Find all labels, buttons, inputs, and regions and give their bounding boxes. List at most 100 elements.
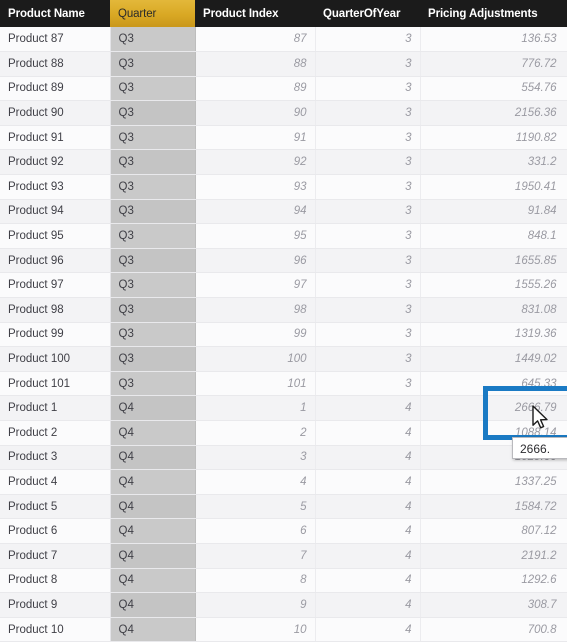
cell-quarter[interactable]: Q3 [110,199,196,225]
table-row[interactable]: Product 97 Q3 97 3 1555.26 [0,272,567,299]
cell-quarter-of-year[interactable]: 4 [315,568,421,594]
cell-product-name[interactable]: Product 92 [0,149,111,176]
table-row[interactable]: Product 93 Q3 93 3 1950.41 [0,174,567,200]
cell-quarter[interactable]: Q4 [110,494,196,520]
cell-pricing-adjustments[interactable]: 1319.36 [420,322,567,348]
table-row[interactable]: Product 90 Q3 90 3 2156.36 [0,100,567,126]
table-row[interactable]: Product 87 Q3 87 3 136.53 [0,27,567,53]
cell-quarter-of-year[interactable]: 3 [315,248,421,274]
cell-product-name[interactable]: Product 98 [0,297,111,323]
cell-pricing-adjustments[interactable]: 1555.26 [420,272,567,299]
cell-product-index[interactable]: 7 [195,543,316,569]
cell-product-name[interactable]: Product 87 [0,27,111,53]
cell-quarter[interactable]: Q3 [110,297,196,323]
cell-quarter-of-year[interactable]: 3 [315,100,421,126]
cell-product-name[interactable]: Product 100 [0,346,111,372]
cell-product-index[interactable]: 89 [195,76,316,102]
cell-quarter-of-year[interactable]: 3 [315,125,421,151]
cell-quarter[interactable]: Q3 [110,371,196,397]
cell-product-name[interactable]: Product 101 [0,371,111,397]
column-header-quarter-of-year[interactable]: QuarterOfYear [315,0,420,27]
cell-pricing-adjustments[interactable]: 1190.82 [420,125,567,151]
cell-quarter-of-year[interactable]: 4 [315,494,421,520]
cell-quarter[interactable]: Q4 [110,395,196,421]
table-row[interactable]: Product 88 Q3 88 3 776.72 [0,51,567,77]
cell-product-index[interactable]: 100 [195,346,316,372]
cell-quarter[interactable]: Q3 [110,100,196,126]
cell-product-name[interactable]: Product 10 [0,617,111,643]
cell-quarter[interactable]: Q4 [110,592,196,618]
cell-product-index[interactable]: 96 [195,248,316,274]
cell-pricing-adjustments[interactable]: 91.84 [420,199,567,225]
table-row[interactable]: Product 99 Q3 99 3 1319.36 [0,322,567,348]
table-row[interactable]: Product 1 Q4 1 4 2666.79 [0,395,567,421]
cell-quarter[interactable]: Q4 [110,420,196,446]
table-row[interactable]: Product 91 Q3 91 3 1190.82 [0,125,567,151]
cell-pricing-adjustments[interactable]: 1655.85 [420,248,567,274]
cell-product-index[interactable]: 94 [195,199,316,225]
cell-pricing-adjustments[interactable]: 136.53 [420,27,567,53]
cell-quarter[interactable]: Q3 [110,322,196,348]
cell-product-name[interactable]: Product 89 [0,76,111,102]
cell-product-name[interactable]: Product 99 [0,322,111,348]
cell-product-index[interactable]: 93 [195,174,316,200]
table-row[interactable]: Product 3Q4341029.66 [0,445,567,471]
cell-pricing-adjustments[interactable]: 331.2 [420,149,567,176]
table-row[interactable]: Product 89 Q3 89 3 554.76 [0,76,567,102]
cell-quarter[interactable]: Q3 [110,272,196,299]
table-row[interactable]: Product 2 Q4 2 4 1088.14 [0,420,567,446]
cell-quarter-of-year[interactable]: 4 [315,445,421,471]
cell-quarter-of-year[interactable]: 3 [315,346,421,372]
cell-quarter[interactable]: Q3 [110,51,196,77]
cell-quarter-of-year[interactable]: 4 [315,592,421,618]
cell-product-name[interactable]: Product 88 [0,51,111,77]
cell-quarter-of-year[interactable]: 4 [315,395,421,421]
cell-quarter-of-year[interactable]: 4 [315,469,421,495]
cell-product-name[interactable]: Product 95 [0,223,111,249]
cell-quarter-of-year[interactable]: 3 [315,371,421,397]
cell-quarter[interactable]: Q3 [110,149,196,176]
cell-product-index[interactable]: 10 [195,617,316,643]
cell-product-name[interactable]: Product 96 [0,248,111,274]
cell-quarter[interactable]: Q3 [110,76,196,102]
cell-product-name[interactable]: Product 1 [0,395,111,421]
table-row[interactable]: Product 8 Q4 8 4 1292.6 [0,568,567,594]
cell-quarter-of-year[interactable]: 3 [315,174,421,200]
cell-product-index[interactable]: 92 [195,149,316,176]
cell-product-name[interactable]: Product 93 [0,174,111,200]
cell-product-index[interactable]: 2 [195,420,316,446]
cell-product-index[interactable]: 4 [195,469,316,495]
table-row[interactable]: Product 96 Q3 96 3 1655.85 [0,248,567,274]
cell-quarter[interactable]: Q3 [110,223,196,249]
cell-product-name[interactable]: Product 5 [0,494,111,520]
cell-pricing-adjustments[interactable]: 1584.72 [420,494,567,520]
cell-product-index[interactable]: 95 [195,223,316,249]
cell-pricing-adjustments[interactable]: 2666.79 [420,395,567,421]
cell-quarter-of-year[interactable]: 3 [315,27,421,53]
cell-product-name[interactable]: Product 97 [0,272,111,299]
cell-pricing-adjustments[interactable]: 848.1 [420,223,567,249]
cell-pricing-adjustments[interactable]: 1449.02 [420,346,567,372]
cell-product-name[interactable]: Product 2 [0,420,111,446]
cell-quarter-of-year[interactable]: 3 [315,51,421,77]
cell-product-name[interactable]: Product 9 [0,592,111,618]
cell-quarter-of-year[interactable]: 4 [315,420,421,446]
column-header-product-index[interactable]: Product Index [195,0,315,27]
cell-quarter[interactable]: Q3 [110,27,196,53]
column-header-product-name[interactable]: Product Name [0,0,110,27]
cell-product-index[interactable]: 3 [195,445,316,471]
cell-quarter-of-year[interactable]: 3 [315,322,421,348]
column-header-pricing-adjustments[interactable]: Pricing Adjustments [420,0,567,27]
cell-pricing-adjustments[interactable]: 1337.25 [420,469,567,495]
cell-pricing-adjustments[interactable]: 776.72 [420,51,567,77]
cell-product-name[interactable]: Product 4 [0,469,111,495]
cell-product-index[interactable]: 99 [195,322,316,348]
cell-pricing-adjustments[interactable]: 645.33 [420,371,567,397]
table-row[interactable]: Product 94 Q3 94 3 91.84 [0,199,567,225]
table-row[interactable]: Product 101 Q3 101 3 645.33 [0,371,567,397]
cell-quarter-of-year[interactable]: 3 [315,149,421,176]
table-row[interactable]: Product 5 Q4 5 4 1584.72 [0,494,567,520]
cell-product-index[interactable]: 5 [195,494,316,520]
cell-pricing-adjustments[interactable]: 700.8 [420,617,567,643]
cell-pricing-adjustments[interactable]: 1950.41 [420,174,567,200]
